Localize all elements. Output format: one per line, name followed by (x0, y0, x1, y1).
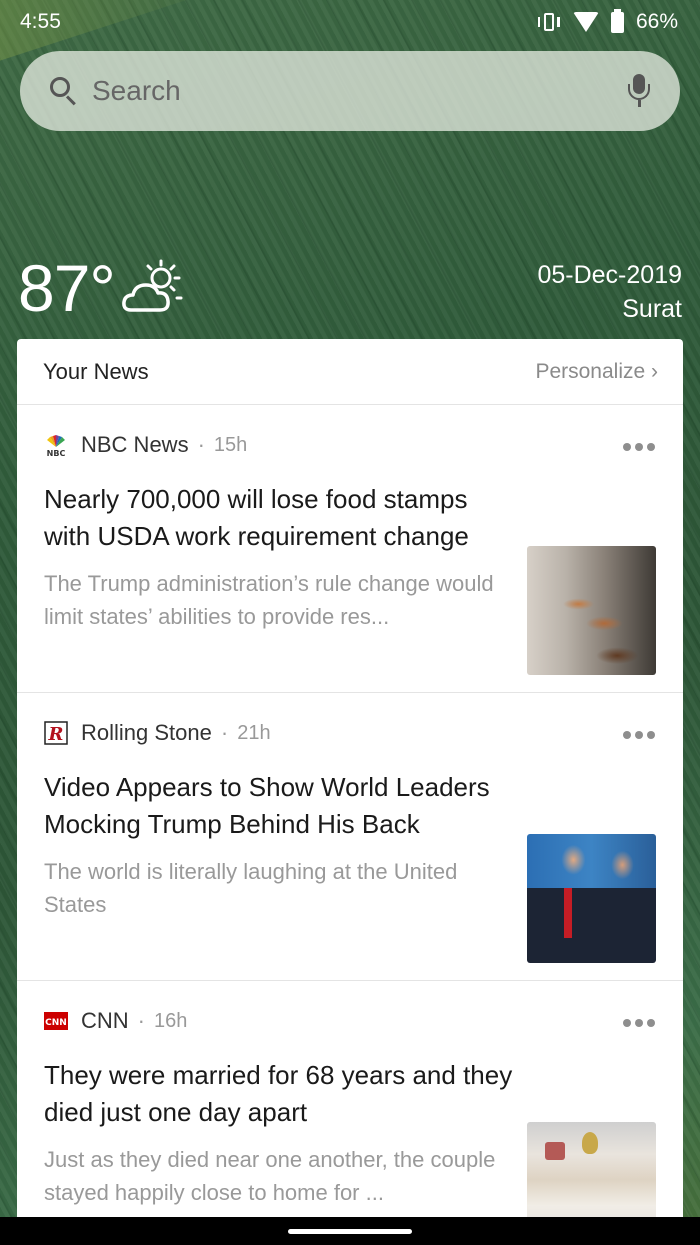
news-feed-card: Your News Personalize › NBC NBC News · 1… (17, 339, 683, 1229)
article-age: 21h (237, 721, 271, 744)
article-summary: The world is literally laughing at the U… (44, 859, 458, 917)
partly-sunny-icon (121, 259, 183, 312)
separator-dot: · (220, 720, 229, 745)
status-time: 4:55 (20, 10, 61, 33)
article-headline[interactable]: Video Appears to Show World Leaders Mock… (44, 769, 514, 843)
home-gesture-handle[interactable] (288, 1229, 412, 1234)
news-card-title: Your News (43, 358, 149, 384)
rolling-stone-icon: R (44, 721, 68, 745)
news-article[interactable]: CNN CNN · 16h They were married for 68 y… (17, 981, 683, 1229)
more-options-icon[interactable] (623, 443, 655, 451)
more-options-icon[interactable] (623, 1019, 655, 1027)
weather-date: 05-Dec-2019 (537, 261, 682, 289)
article-summary: The Trump administration’s rule change w… (44, 571, 494, 629)
date-location[interactable]: 05-Dec-2019 Surat (537, 258, 682, 326)
more-options-icon[interactable] (623, 731, 655, 739)
search-bar[interactable] (20, 51, 680, 131)
article-age: 15h (213, 433, 248, 456)
article-source: CNN (81, 1008, 129, 1033)
article-source: Rolling Stone (81, 720, 212, 745)
separator-dot: · (137, 1008, 145, 1033)
mic-icon[interactable] (628, 74, 650, 108)
svg-text:NBC: NBC (47, 449, 66, 457)
svg-text:R: R (48, 724, 64, 745)
news-article[interactable]: NBC NBC News · 15h Nearly 700,000 will l… (17, 405, 683, 693)
separator-dot: · (197, 432, 205, 457)
article-headline[interactable]: Nearly 700,000 will lose food stamps wit… (44, 481, 514, 555)
temperature: 87° (18, 251, 116, 325)
status-icons: 66% (537, 8, 678, 34)
food-serving-thumbnail[interactable] (527, 546, 656, 675)
news-card-header: Your News Personalize › (17, 339, 683, 405)
article-source-row: R Rolling Stone · 21h (44, 719, 657, 747)
article-source-row: NBC NBC News · 15h (44, 431, 657, 459)
news-article[interactable]: R Rolling Stone · 21h Video Appears to S… (17, 693, 683, 981)
hospital-room-thumbnail[interactable] (527, 1122, 656, 1229)
wifi-icon (572, 12, 599, 32)
nbc-peacock-icon: NBC (44, 433, 68, 457)
personalize-link[interactable]: Personalize › (535, 360, 658, 384)
weather-location: Surat (622, 295, 682, 323)
search-icon (50, 77, 78, 106)
article-summary: Just as they died near one another, the … (44, 1147, 496, 1205)
search-input[interactable] (92, 75, 628, 107)
article-source-row: CNN CNN · 16h (44, 1007, 657, 1035)
svg-text:CNN: CNN (45, 1018, 67, 1028)
status-bar: 4:55 66% (0, 0, 700, 44)
article-source: NBC News (81, 432, 189, 457)
navigation-bar (0, 1217, 700, 1245)
weather-widget[interactable]: 87° (18, 250, 193, 326)
article-age: 16h (154, 1009, 188, 1032)
cnn-icon: CNN (44, 1009, 68, 1033)
world-leaders-thumbnail[interactable] (527, 834, 656, 963)
article-headline[interactable]: They were married for 68 years and they … (44, 1057, 514, 1131)
vibrate-icon (537, 12, 561, 32)
battery-percent: 66% (635, 10, 678, 33)
battery-icon (610, 8, 624, 33)
